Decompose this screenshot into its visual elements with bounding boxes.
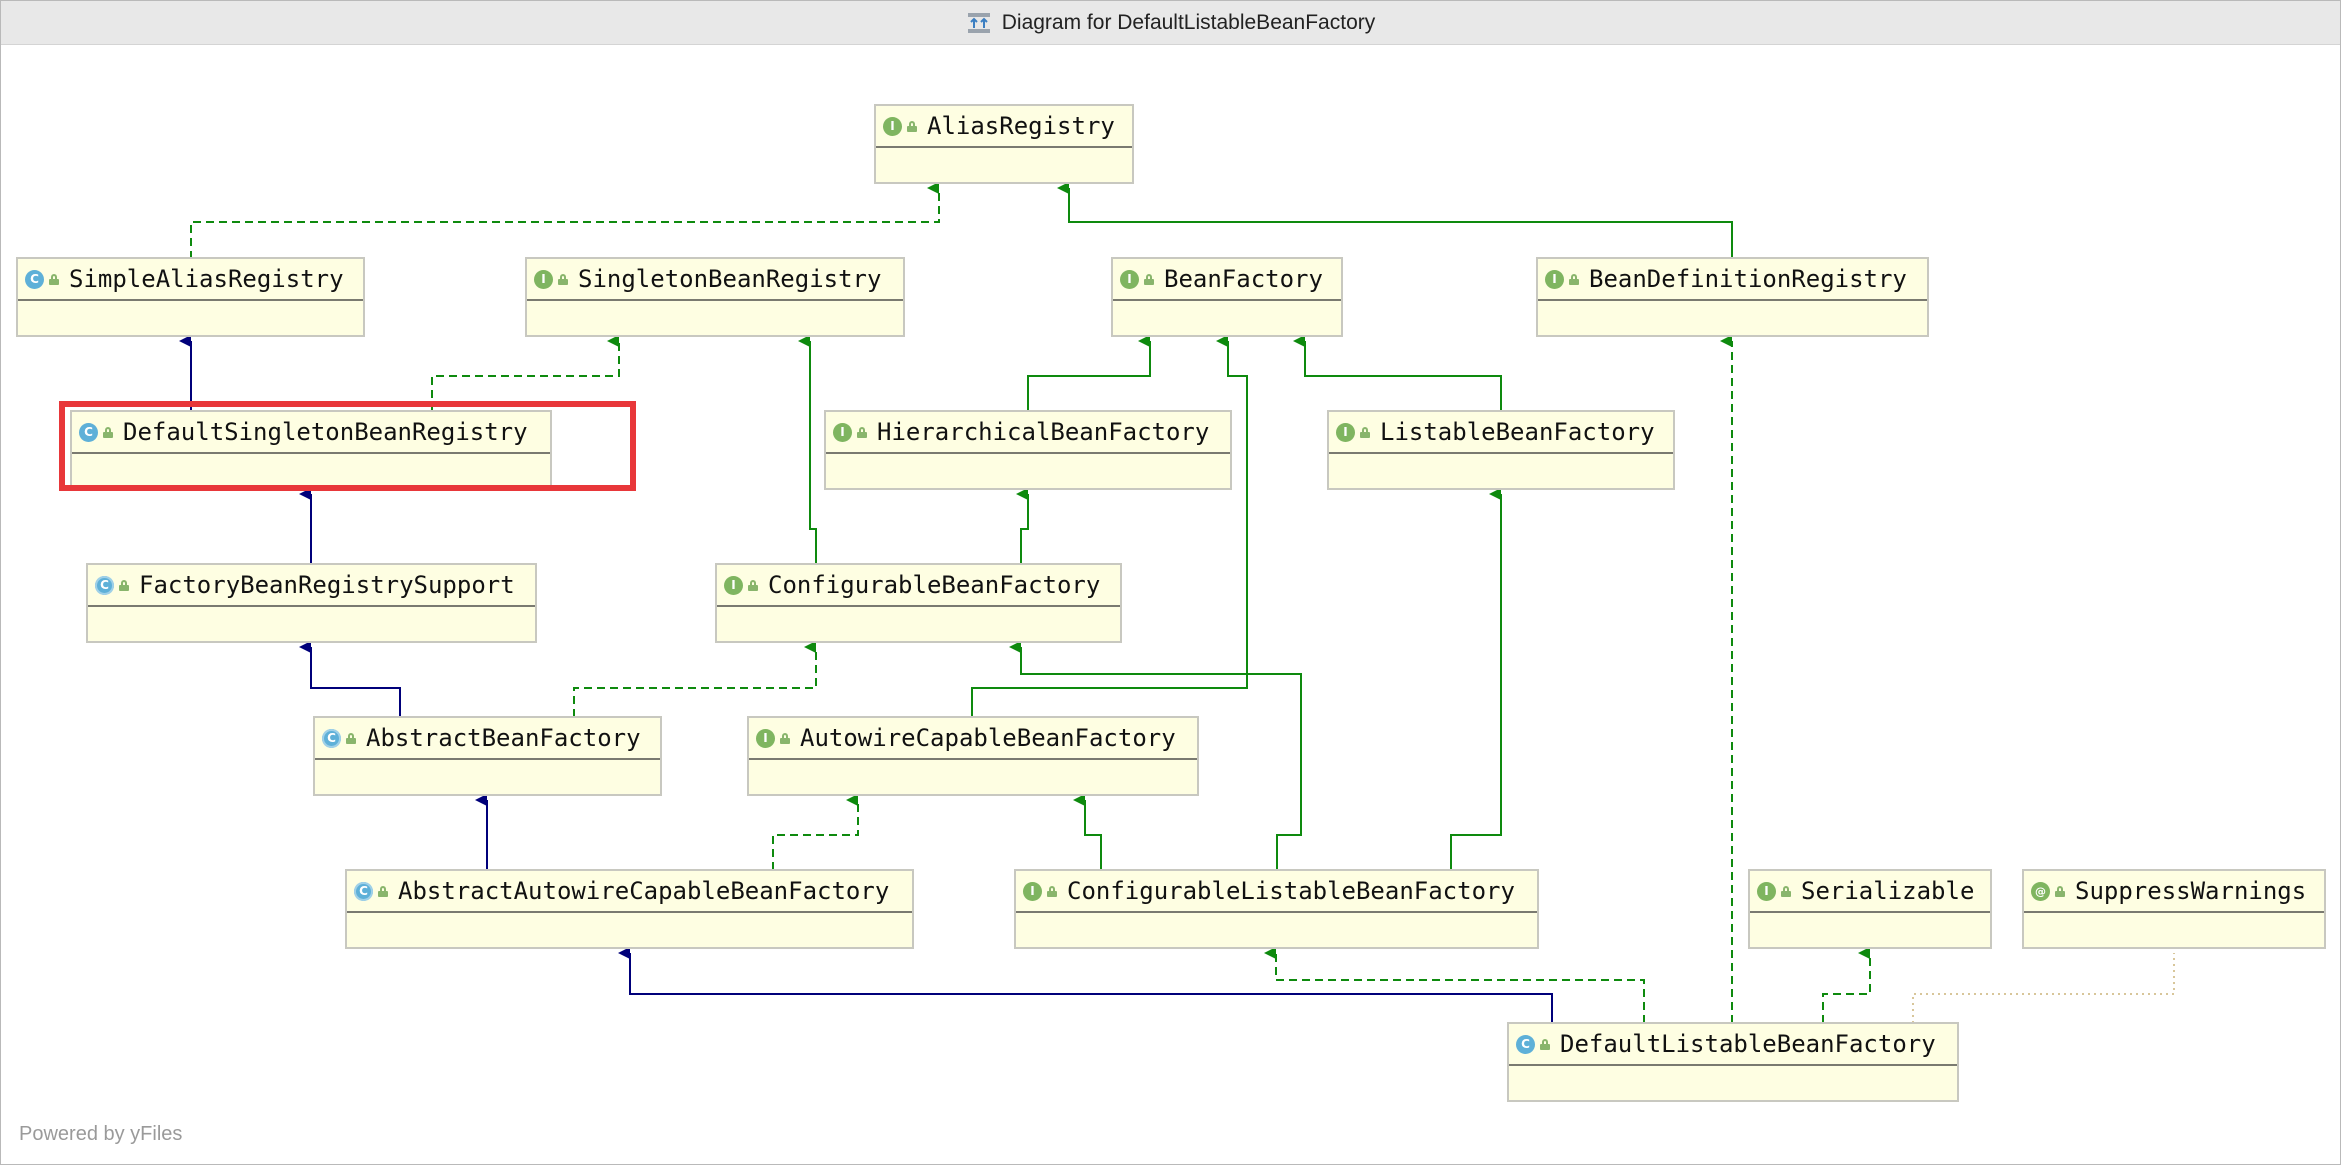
powered-by-watermark: Powered by yFiles (19, 1123, 183, 1145)
edge-defaultlistable-suppresswarnings (1912, 953, 2175, 1023)
node-label: ConfigurableListableBeanFactory (1067, 877, 1515, 905)
node-label: BeanFactory (1164, 265, 1323, 293)
node-label: BeanDefinitionRegistry (1589, 265, 1907, 293)
node-configurable-bean-factory[interactable]: I ConfigurableBeanFactory (715, 563, 1122, 643)
edge-configurable-hierarchical (1016, 488, 1029, 564)
node-factory-bean-registry-support[interactable]: C FactoryBeanRegistrySupport (86, 563, 537, 643)
edge-configurablelistable-autowire (1073, 794, 1102, 870)
diagram-icon (967, 12, 990, 33)
node-configurable-listable-bean-factory[interactable]: I ConfigurableListableBeanFactory (1014, 869, 1539, 949)
lock-icon (1047, 885, 1057, 897)
node-label: AutowireCapableBeanFactory (800, 724, 1176, 752)
edge-abstractautowire-autowire (772, 794, 859, 870)
node-hierarchical-bean-factory[interactable]: I HierarchicalBeanFactory (824, 410, 1232, 490)
lock-icon (1540, 1038, 1550, 1050)
edge-listable-beanfactory (1293, 335, 1502, 411)
lock-icon (1781, 885, 1791, 897)
node-label: SuppressWarnings (2075, 877, 2307, 905)
lock-icon (1569, 273, 1579, 285)
edge-beandefinitionregistry-aliasregistry (1057, 182, 1733, 259)
node-label: AbstractBeanFactory (366, 724, 641, 752)
node-label: HierarchicalBeanFactory (877, 418, 1210, 446)
node-abstract-autowire-capable-bean-factory[interactable]: C AbstractAutowireCapableBeanFactory (345, 869, 914, 949)
interface-icon: I (1336, 422, 1355, 442)
node-bean-definition-registry[interactable]: I BeanDefinitionRegistry (1536, 257, 1929, 337)
node-default-listable-bean-factory[interactable]: C DefaultListableBeanFactory (1507, 1022, 1959, 1102)
interface-icon: I (1757, 881, 1776, 901)
edge-simplealiasregistry-aliasregistry (190, 182, 940, 259)
node-simple-alias-registry[interactable]: C SimpleAliasRegistry (16, 257, 365, 337)
node-label: AbstractAutowireCapableBeanFactory (398, 877, 890, 905)
edge-configurable-singletonregistry (798, 335, 817, 564)
window-title: Diagram for DefaultListableBeanFactory (1001, 10, 1376, 34)
title-bar: Diagram for DefaultListableBeanFactory (1, 1, 2340, 45)
lock-icon (49, 273, 59, 285)
diagram-window: Diagram for DefaultListableBeanFactory I… (0, 0, 2341, 1165)
node-serializable[interactable]: I Serializable (1748, 869, 1992, 949)
node-label: Serializable (1801, 877, 1975, 905)
class-icon: C (25, 269, 44, 289)
lock-icon (1144, 273, 1154, 285)
edge-abstractbeanfactory-factorybean (299, 641, 401, 717)
interface-icon: I (724, 575, 743, 595)
node-label: ConfigurableBeanFactory (768, 571, 1101, 599)
node-label: ListableBeanFactory (1380, 418, 1655, 446)
lock-icon (748, 579, 758, 591)
interface-icon: I (1023, 881, 1042, 901)
abstract-class-icon: C (354, 881, 373, 901)
node-alias-registry[interactable]: I AliasRegistry (874, 104, 1134, 184)
node-listable-bean-factory[interactable]: I ListableBeanFactory (1327, 410, 1675, 490)
node-autowire-capable-bean-factory[interactable]: I AutowireCapableBeanFactory (747, 716, 1199, 796)
edge-hierarchical-beanfactory (1027, 335, 1151, 411)
interface-icon: I (1120, 269, 1139, 289)
edge-defaultlistable-serializable (1822, 947, 1871, 1023)
lock-icon (2055, 885, 2065, 897)
lock-icon (378, 885, 388, 897)
edge-configurablelistable-listable (1450, 488, 1502, 870)
lock-icon (1360, 426, 1370, 438)
node-label: AliasRegistry (927, 112, 1115, 140)
lock-icon (558, 273, 568, 285)
node-suppress-warnings[interactable]: @ SuppressWarnings (2022, 869, 2326, 949)
node-label: DefaultListableBeanFactory (1560, 1030, 1936, 1058)
lock-icon (780, 732, 790, 744)
edge-abstractbeanfactory-configurable (573, 641, 817, 717)
node-singleton-bean-registry[interactable]: I SingletonBeanRegistry (525, 257, 905, 337)
interface-icon: I (534, 269, 553, 289)
selection-highlight (59, 401, 636, 491)
abstract-class-icon: C (322, 728, 341, 748)
node-label: FactoryBeanRegistrySupport (139, 571, 515, 599)
edge-autowire-beanfactory (971, 335, 1248, 717)
interface-icon: I (1545, 269, 1564, 289)
interface-icon: I (883, 116, 902, 136)
edge-defaultlistable-configurablelistable (1264, 947, 1645, 1023)
interface-icon: I (833, 422, 852, 442)
lock-icon (119, 579, 129, 591)
node-label: SimpleAliasRegistry (69, 265, 344, 293)
lock-icon (857, 426, 867, 438)
node-abstract-bean-factory[interactable]: C AbstractBeanFactory (313, 716, 662, 796)
node-bean-factory[interactable]: I BeanFactory (1111, 257, 1343, 337)
annotation-icon: @ (2031, 881, 2050, 901)
class-icon: C (1516, 1034, 1535, 1054)
node-label: SingletonBeanRegistry (578, 265, 882, 293)
edge-defaultlistable-abstractautowire (618, 947, 1553, 1023)
lock-icon (346, 732, 356, 744)
lock-icon (907, 120, 917, 132)
interface-icon: I (756, 728, 775, 748)
abstract-class-icon: C (95, 575, 114, 595)
diagram-canvas[interactable]: I AliasRegistry C SimpleAliasRegistry I Sin… (1, 45, 2340, 1164)
